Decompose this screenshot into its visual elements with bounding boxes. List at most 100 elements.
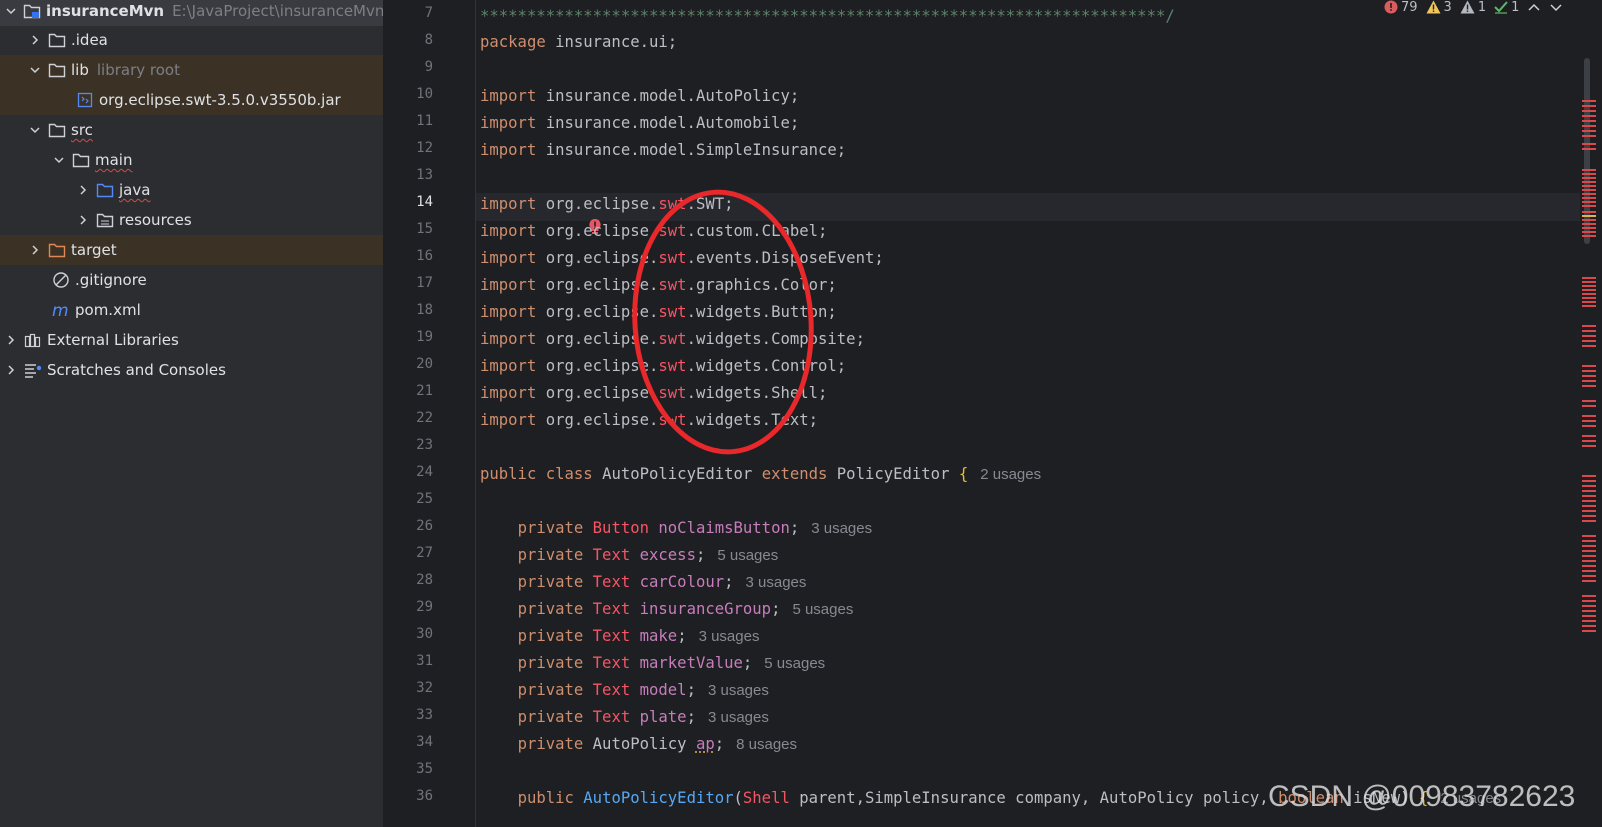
error-marker[interactable] [1582, 211, 1596, 213]
error-marker[interactable] [1582, 135, 1596, 137]
error-marker[interactable] [1582, 185, 1596, 187]
error-marker[interactable] [1582, 105, 1596, 107]
chevron-right-icon[interactable] [28, 33, 42, 47]
chevron-right-icon[interactable] [76, 213, 90, 227]
tree-item-gitignore[interactable]: .gitignore [0, 265, 383, 295]
usages-hint[interactable]: 5 usages [717, 547, 778, 564]
error-marker[interactable] [1582, 335, 1596, 337]
chevron-right-icon[interactable] [4, 363, 18, 377]
warning-count[interactable]: 3 [1426, 0, 1452, 15]
tree-item-pom[interactable]: m pom.xml [0, 295, 383, 325]
error-marker[interactable] [1582, 181, 1596, 183]
error-marker[interactable] [1582, 235, 1596, 237]
error-marker[interactable] [1582, 570, 1596, 572]
chevron-down-icon[interactable] [5, 4, 17, 18]
inspection-widget[interactable]: 79 3 1 1 [1384, 0, 1563, 15]
error-marker[interactable] [1582, 173, 1596, 175]
error-marker[interactable] [1582, 385, 1596, 387]
error-marker[interactable] [1582, 580, 1596, 582]
error-marker[interactable] [1582, 143, 1596, 145]
chevron-down-icon[interactable] [52, 153, 66, 167]
usages-hint[interactable]: 5 usages [792, 601, 853, 618]
error-marker[interactable] [1582, 189, 1596, 191]
error-marker[interactable] [1582, 215, 1596, 217]
error-marker[interactable] [1582, 485, 1596, 487]
error-marker[interactable] [1582, 277, 1596, 279]
chevron-right-icon[interactable] [76, 183, 90, 197]
error-marker[interactable] [1582, 560, 1596, 562]
tree-item-lib[interactable]: lib library root [0, 55, 383, 85]
usages-hint[interactable]: 3 usages [746, 574, 807, 591]
error-marker[interactable] [1582, 219, 1596, 221]
error-marker[interactable] [1582, 515, 1596, 517]
usages-hint[interactable]: 2 usages [980, 466, 1041, 483]
error-marker[interactable] [1582, 600, 1596, 602]
error-marker[interactable] [1582, 340, 1596, 342]
error-marker[interactable] [1582, 100, 1596, 102]
error-marker[interactable] [1582, 535, 1596, 537]
tree-item-target[interactable]: target [0, 235, 383, 265]
error-marker[interactable] [1582, 440, 1596, 442]
error-marker[interactable] [1582, 169, 1596, 171]
usages-hint[interactable]: 8 usages [736, 736, 797, 753]
error-marker[interactable] [1582, 305, 1596, 307]
error-marker[interactable] [1582, 345, 1596, 347]
error-marker[interactable] [1582, 201, 1596, 203]
error-marker[interactable] [1582, 630, 1596, 632]
error-marker[interactable] [1582, 420, 1596, 422]
error-marker[interactable] [1582, 223, 1596, 225]
error-marker[interactable] [1582, 205, 1596, 207]
error-marker[interactable] [1582, 285, 1596, 287]
error-marker[interactable] [1582, 297, 1596, 299]
error-marker[interactable] [1582, 425, 1596, 427]
error-marker[interactable] [1582, 510, 1596, 512]
error-marker[interactable] [1582, 610, 1596, 612]
error-marker[interactable] [1582, 375, 1596, 377]
error-marker[interactable] [1582, 130, 1596, 132]
error-marker[interactable] [1582, 550, 1596, 552]
error-marker[interactable] [1582, 555, 1596, 557]
chevron-right-icon[interactable] [4, 333, 18, 347]
error-marker[interactable] [1582, 480, 1596, 482]
typo-count[interactable]: 1 [1494, 0, 1519, 15]
tree-item-scratches[interactable]: Scratches and Consoles [0, 355, 383, 385]
error-marker[interactable] [1582, 625, 1596, 627]
tree-item-main[interactable]: main [0, 145, 383, 175]
error-marker[interactable] [1582, 289, 1596, 291]
tree-item-jar[interactable]: org.eclipse.swt-3.5.0.v3550b.jar [0, 85, 383, 115]
error-marker[interactable] [1582, 227, 1596, 229]
chevron-up-icon[interactable] [1527, 0, 1541, 14]
error-marker[interactable] [1582, 193, 1596, 195]
error-marker[interactable] [1582, 115, 1596, 117]
chevron-down-icon[interactable] [28, 63, 42, 77]
tree-item-java[interactable]: java [0, 175, 383, 205]
error-marker[interactable] [1582, 125, 1596, 127]
chevron-down-icon[interactable] [28, 123, 42, 137]
tree-item-root[interactable]: insuranceMvn E:\JavaProject\insuranceMvn [0, 0, 383, 26]
usages-hint[interactable]: 5 usages [764, 655, 825, 672]
error-marker[interactable] [1582, 505, 1596, 507]
error-marker[interactable] [1582, 540, 1596, 542]
error-marker[interactable] [1582, 500, 1596, 502]
tree-item-idea[interactable]: .idea [0, 25, 383, 55]
usages-hint[interactable]: 3 usages [811, 520, 872, 537]
error-marker[interactable] [1582, 615, 1596, 617]
usages-hint[interactable]: 3 usages [708, 709, 769, 726]
tree-item-external-libraries[interactable]: External Libraries [0, 325, 383, 355]
error-marker[interactable] [1582, 177, 1596, 179]
error-marker[interactable] [1582, 365, 1596, 367]
error-marker[interactable] [1582, 380, 1596, 382]
error-stripe[interactable] [1578, 55, 1602, 827]
error-marker[interactable] [1582, 400, 1596, 402]
error-marker[interactable] [1582, 301, 1596, 303]
tree-item-resources[interactable]: resources [0, 205, 383, 235]
error-marker[interactable] [1582, 435, 1596, 437]
error-marker[interactable] [1582, 475, 1596, 477]
error-marker[interactable] [1582, 370, 1596, 372]
error-marker[interactable] [1582, 620, 1596, 622]
error-marker[interactable] [1582, 281, 1596, 283]
tree-item-src[interactable]: src [0, 115, 383, 145]
usages-hint[interactable]: 3 usages [699, 628, 760, 645]
error-marker[interactable] [1582, 495, 1596, 497]
error-marker[interactable] [1582, 445, 1596, 447]
